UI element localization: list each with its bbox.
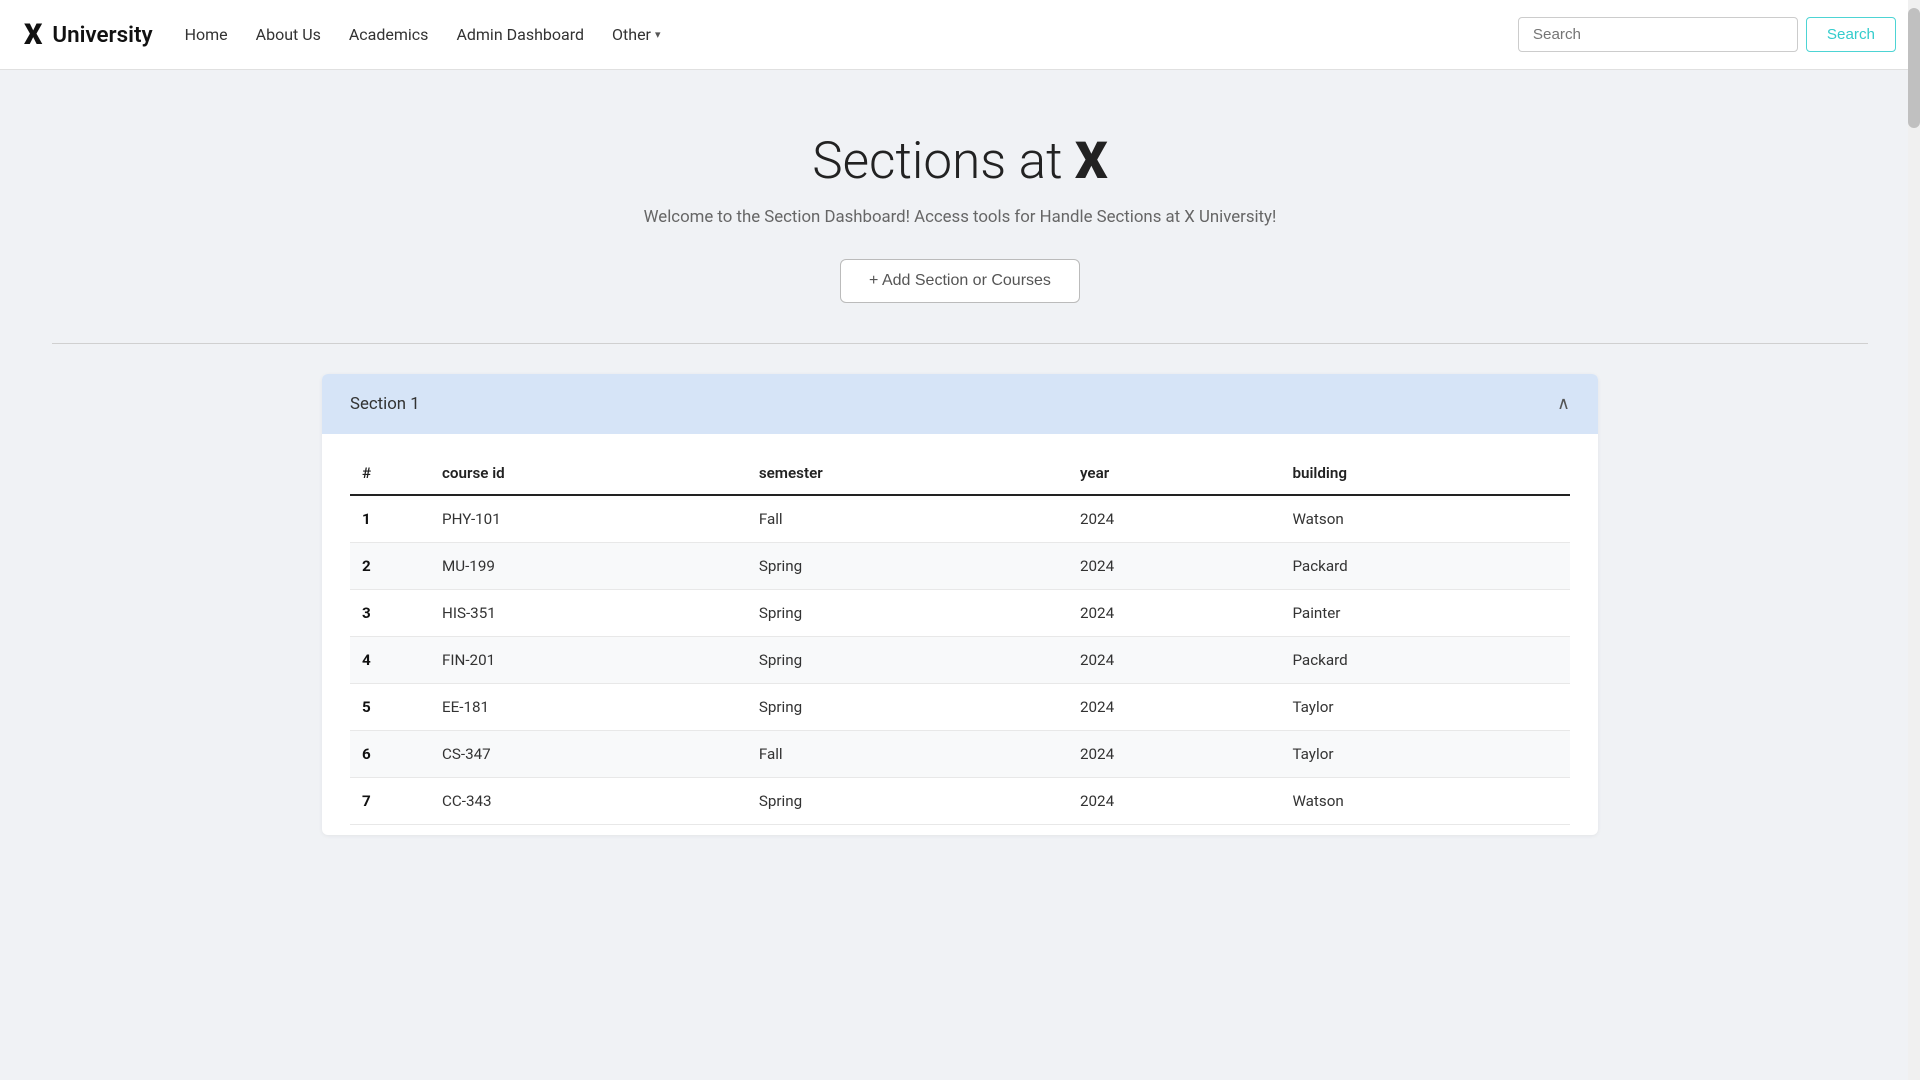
cell-year: 2024 [1068, 590, 1280, 637]
col-header-course-id: course id [430, 454, 747, 495]
table-row: 7 CC-343 Spring 2024 Watson [350, 778, 1570, 825]
nav-academics[interactable]: Academics [349, 25, 429, 44]
col-header-num: # [350, 454, 430, 495]
nav-admin[interactable]: Admin Dashboard [456, 25, 584, 44]
cell-semester: Spring [747, 637, 1068, 684]
hero-title: Sections at X [20, 130, 1900, 191]
hero-title-prefix: Sections at [812, 130, 1075, 191]
table-header-row: # course id semester year building [350, 454, 1570, 495]
cell-semester: Spring [747, 543, 1068, 590]
section-title: Section 1 [350, 394, 420, 414]
cell-year: 2024 [1068, 684, 1280, 731]
search-area: Search [1518, 17, 1896, 52]
nav-other-label: Other [612, 25, 651, 44]
cell-building: Packard [1280, 637, 1570, 684]
cell-num: 3 [350, 590, 430, 637]
section-header[interactable]: Section 1 ∧ [322, 374, 1598, 434]
hero-divider [52, 343, 1868, 344]
cell-num: 5 [350, 684, 430, 731]
hero-subtitle: Welcome to the Section Dashboard! Access… [20, 207, 1900, 227]
nav-other-dropdown[interactable]: Other ▾ [612, 25, 661, 44]
cell-course-id: MU-199 [430, 543, 747, 590]
cell-year: 2024 [1068, 495, 1280, 543]
cell-num: 2 [350, 543, 430, 590]
cell-building: Painter [1280, 590, 1570, 637]
cell-semester: Fall [747, 495, 1068, 543]
brand-logo[interactable]: X University [24, 18, 153, 52]
cell-course-id: CC-343 [430, 778, 747, 825]
cell-course-id: HIS-351 [430, 590, 747, 637]
cell-building: Taylor [1280, 731, 1570, 778]
cell-year: 2024 [1068, 543, 1280, 590]
add-section-button[interactable]: + Add Section or Courses [840, 259, 1080, 303]
table-row: 1 PHY-101 Fall 2024 Watson [350, 495, 1570, 543]
search-button[interactable]: Search [1806, 17, 1896, 52]
hero-section: Sections at X Welcome to the Section Das… [0, 70, 1920, 343]
cell-semester: Spring [747, 778, 1068, 825]
cell-year: 2024 [1068, 731, 1280, 778]
cell-course-id: EE-181 [430, 684, 747, 731]
cell-num: 6 [350, 731, 430, 778]
table-row: 4 FIN-201 Spring 2024 Packard [350, 637, 1570, 684]
main-content: Section 1 ∧ # course id semester year bu… [270, 374, 1650, 835]
table-row: 3 HIS-351 Spring 2024 Painter [350, 590, 1570, 637]
cell-semester: Spring [747, 684, 1068, 731]
cell-year: 2024 [1068, 637, 1280, 684]
cell-building: Watson [1280, 495, 1570, 543]
cell-course-id: FIN-201 [430, 637, 747, 684]
col-header-semester: semester [747, 454, 1068, 495]
col-header-year: year [1068, 454, 1280, 495]
section-card: Section 1 ∧ # course id semester year bu… [322, 374, 1598, 835]
cell-semester: Spring [747, 590, 1068, 637]
col-header-building: building [1280, 454, 1570, 495]
table-wrapper: # course id semester year building 1 PHY… [322, 434, 1598, 835]
search-input[interactable] [1518, 17, 1798, 52]
cell-building: Packard [1280, 543, 1570, 590]
brand-x-icon: X [24, 18, 42, 52]
cell-course-id: PHY-101 [430, 495, 747, 543]
cell-building: Taylor [1280, 684, 1570, 731]
chevron-up-icon: ∧ [1557, 394, 1570, 414]
hero-title-x: X [1075, 130, 1108, 191]
navbar: X University Home About Us Academics Adm… [0, 0, 1920, 70]
nav-about[interactable]: About Us [256, 25, 321, 44]
sections-table: # course id semester year building 1 PHY… [350, 454, 1570, 825]
table-row: 6 CS-347 Fall 2024 Taylor [350, 731, 1570, 778]
cell-num: 4 [350, 637, 430, 684]
scrollbar-thumb[interactable] [1908, 8, 1920, 128]
table-row: 5 EE-181 Spring 2024 Taylor [350, 684, 1570, 731]
scrollbar-track[interactable] [1908, 0, 1920, 1080]
cell-building: Watson [1280, 778, 1570, 825]
nav-home[interactable]: Home [185, 25, 228, 44]
cell-course-id: CS-347 [430, 731, 747, 778]
chevron-down-icon: ▾ [655, 28, 661, 41]
nav-links: Home About Us Academics Admin Dashboard … [185, 25, 1486, 44]
cell-num: 1 [350, 495, 430, 543]
table-row: 2 MU-199 Spring 2024 Packard [350, 543, 1570, 590]
cell-year: 2024 [1068, 778, 1280, 825]
cell-semester: Fall [747, 731, 1068, 778]
brand-name: University [52, 22, 152, 48]
cell-num: 7 [350, 778, 430, 825]
